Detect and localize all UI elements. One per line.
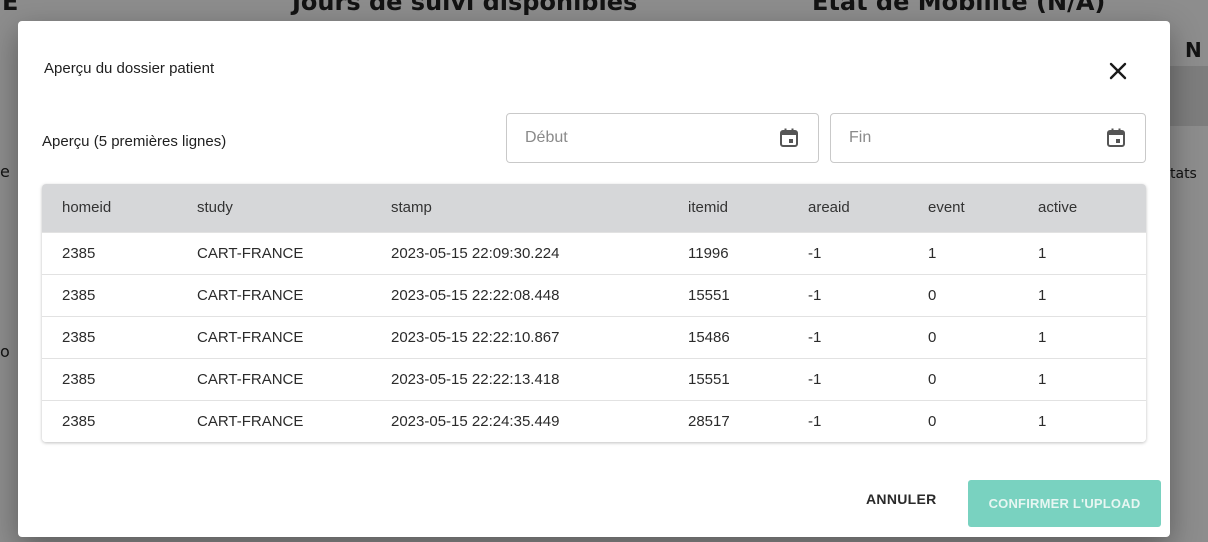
cell-areaid: -1 [808, 412, 822, 430]
cell-event: 0 [928, 370, 937, 388]
column-header-stamp: stamp [391, 199, 432, 217]
end-date-field[interactable] [830, 113, 1146, 163]
cell-study: CART-FRANCE [197, 286, 304, 304]
cell-active: 1 [1038, 244, 1047, 262]
cancel-button[interactable]: ANNULER [866, 491, 937, 507]
table-row: 2385 CART-FRANCE 2023-05-15 22:09:30.224… [42, 232, 1146, 274]
preview-table: homeid study stamp itemid areaid event a… [42, 184, 1146, 442]
column-header-study: study [197, 199, 233, 217]
column-header-areaid: areaid [808, 199, 850, 217]
end-date-input[interactable] [831, 113, 1105, 163]
dialog-title: Aperçu du dossier patient [44, 60, 215, 77]
cell-areaid: -1 [808, 370, 822, 388]
cell-stamp: 2023-05-15 22:22:08.448 [391, 286, 560, 304]
cell-areaid: -1 [808, 328, 822, 346]
cell-homeid: 2385 [62, 286, 96, 304]
table-row: 2385 CART-FRANCE 2023-05-15 22:22:13.418… [42, 358, 1146, 400]
table-row: 2385 CART-FRANCE 2023-05-15 22:22:08.448… [42, 274, 1146, 316]
cell-homeid: 2385 [62, 244, 96, 262]
cell-stamp: 2023-05-15 22:22:10.867 [391, 328, 560, 346]
table-row: 2385 CART-FRANCE 2023-05-15 22:24:35.449… [42, 400, 1146, 442]
cell-active: 1 [1038, 370, 1047, 388]
cell-stamp: 2023-05-15 22:09:30.224 [391, 244, 560, 262]
cell-active: 1 [1038, 328, 1047, 346]
close-icon [1109, 62, 1127, 80]
cell-active: 1 [1038, 412, 1047, 430]
cell-event: 0 [928, 412, 937, 430]
cell-study: CART-FRANCE [197, 244, 304, 262]
cell-stamp: 2023-05-15 22:22:13.418 [391, 370, 560, 388]
cell-event: 0 [928, 286, 937, 304]
close-button[interactable] [1101, 54, 1135, 88]
confirm-upload-button[interactable]: CONFIRMER L'UPLOAD [968, 480, 1161, 527]
calendar-icon[interactable] [1105, 127, 1127, 149]
start-date-field[interactable] [506, 113, 819, 163]
column-header-active: active [1038, 199, 1078, 217]
start-date-input[interactable] [507, 113, 778, 163]
cell-study: CART-FRANCE [197, 328, 304, 346]
table-row: 2385 CART-FRANCE 2023-05-15 22:22:10.867… [42, 316, 1146, 358]
cell-study: CART-FRANCE [197, 370, 304, 388]
cell-itemid: 15551 [688, 370, 730, 388]
cell-itemid: 15486 [688, 328, 730, 346]
table-header-row: homeid study stamp itemid areaid event a… [42, 184, 1146, 232]
calendar-icon[interactable] [778, 127, 800, 149]
column-header-event: event [928, 199, 965, 217]
cell-study: CART-FRANCE [197, 412, 304, 430]
cell-itemid: 28517 [688, 412, 730, 430]
cell-itemid: 15551 [688, 286, 730, 304]
cell-event: 1 [928, 244, 937, 262]
cell-itemid: 11996 [688, 244, 729, 262]
cell-active: 1 [1038, 286, 1047, 304]
cell-homeid: 2385 [62, 412, 96, 430]
column-header-homeid: homeid [62, 199, 112, 217]
cell-homeid: 2385 [62, 328, 96, 346]
cell-areaid: -1 [808, 286, 822, 304]
patient-record-preview-dialog: Aperçu du dossier patient Aperçu (5 prem… [18, 21, 1170, 537]
cell-event: 0 [928, 328, 937, 346]
preview-subtitle: Aperçu (5 premières lignes) [42, 133, 227, 150]
cell-stamp: 2023-05-15 22:24:35.449 [391, 412, 560, 430]
cell-homeid: 2385 [62, 370, 96, 388]
cell-areaid: -1 [808, 244, 822, 262]
column-header-itemid: itemid [688, 199, 729, 217]
